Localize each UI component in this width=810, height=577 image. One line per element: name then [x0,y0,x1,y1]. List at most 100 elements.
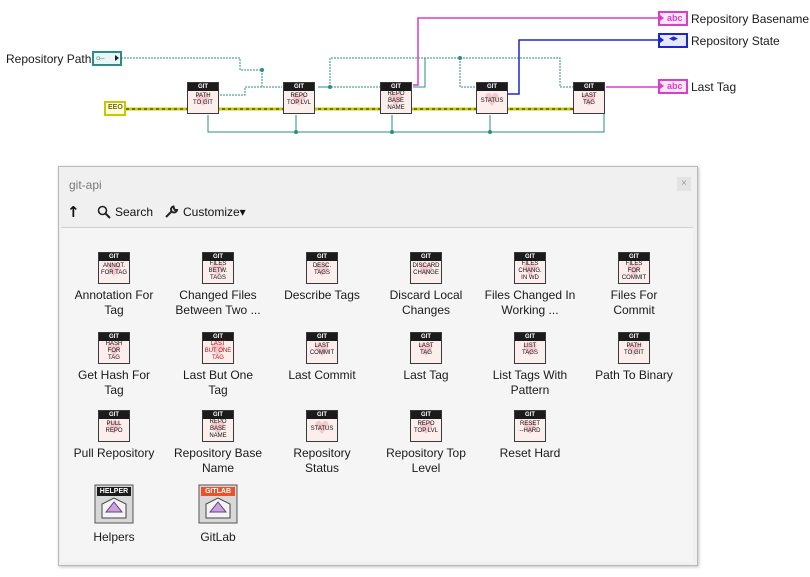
item-label: Helpers [93,530,135,544]
close-button[interactable]: × [677,177,691,191]
palette-item-repository-base-name[interactable]: GIT ♥ REPO BASE NAME Repository Base Name [166,410,270,476]
node-text: REPO TOP LVL [286,93,311,106]
search-icon [97,205,111,219]
item-label: Discard Local Changes [389,288,463,317]
icon-text: HASH FOR TAG [105,341,123,361]
last-tag-indicator[interactable]: abc [658,79,688,94]
terminal-arrow-icon [660,15,664,21]
folder-tag: GITLAB [204,488,232,495]
terminal-arrow-icon [660,37,664,43]
palette-item-last-tag[interactable]: GIT ♥ LAST TAG Last Tag [374,332,478,383]
palette-item-annotation-for-tag[interactable]: GIT ♥ ANNOT. FOR TAG Annotation For Tag [62,252,166,318]
repository-state-label: Repository State [691,34,780,48]
item-label: Changed Files Between Two ... [175,288,261,317]
node-path-to-git[interactable]: GIT ♥ PATH TO GIT [187,82,219,114]
error-cluster-icon: EEO [108,104,123,111]
folder-tag: HELPER [99,488,129,495]
icon-text: DESC. TAGS [312,263,332,276]
icon-text: FILES BETW. TAGS [208,261,228,281]
icon-text: FILES CHANG. IN WD [518,261,542,281]
icon-text: STATUS [310,426,334,432]
icon-text: PULL REPO [105,421,123,434]
palette-item-discard-local-changes[interactable]: GIT ♥ DISCARD CHANGE Discard Local Changes [374,252,478,318]
icon-text: LAST TAG [418,343,434,356]
icon-text: DISCARD CHANGE [412,263,440,276]
path-icon: ⟜ [96,51,105,64]
palette-item-repository-top-level[interactable]: GIT ♥ REPO TOP LVL Repository Top Level [374,410,478,476]
icon-text: LAST BUT ONE TAG [204,341,232,361]
palette-item-describe-tags[interactable]: GIT ♥ DESC. TAGS Describe Tags [270,252,374,303]
customize-button[interactable]: Customize▾ [164,203,246,221]
palette-item-list-tags-with-pattern[interactable]: GIT ♥ LIST TAGS List Tags With Pattern [478,332,582,398]
item-label: Repository Top Level [386,446,466,475]
icon-text: PATH TO GIT [624,343,644,356]
wrench-icon [165,205,179,218]
icon-text: LAST COMMIT [309,343,335,356]
palette-folder-gitlab[interactable]: GITLAB GitLab [166,484,270,545]
item-label: Path To Binary [595,368,673,382]
palette-item-files-for-commit[interactable]: GIT ♥ FILES FOR COMMIT Files For Commit [582,252,686,318]
up-button[interactable]: ↑ [67,203,80,221]
string-icon: abc [667,81,683,91]
palette-item-reset-hard[interactable]: GIT ♥ RESET --HARD Reset Hard [478,410,582,461]
git-api-palette: git-api × ↑ Search Customize▾ GIT ♥ ANNOT.… [58,166,698,566]
node-text: STATUS [480,98,504,104]
string-icon: abc [667,13,683,23]
error-cluster-constant[interactable]: EEO [104,101,126,116]
icon-text: ANNOT. FOR TAG [100,263,128,276]
gitlab-folder-icon: GITLAB [198,484,238,524]
icon-text: RESET --HARD [519,421,541,434]
icon-text: REPO BASE NAME [209,419,227,439]
node-status[interactable]: GIT ♥ STATUS [476,82,508,114]
item-label: Get Hash For Tag [77,368,151,397]
up-arrow-icon: ↑ [67,203,80,221]
repository-basename-label: Repository Basename [691,12,810,26]
palette-grid: GIT ♥ ANNOT. FOR TAG Annotation For Tag GI… [61,227,693,562]
node-text: LAST TAG [581,93,597,106]
palette-item-pull-repository[interactable]: GIT ♥ PULL REPO Pull Repository [62,410,166,461]
item-label: Last But One Tag [182,368,254,397]
repository-state-indicator[interactable]: ◂▸ [658,33,688,48]
item-label: Last Tag [403,368,449,382]
item-label: GitLab [200,530,236,544]
last-tag-label: Last Tag [691,80,737,94]
node-last-tag[interactable]: GIT ♥ LAST TAG [573,82,605,114]
node-repo-base-name[interactable]: GIT ♥ REPO BASE NAME [380,82,412,114]
repository-path-label: Repository Path [6,52,92,66]
palette-item-last-but-one-tag[interactable]: GIT ♥ LAST BUT ONE TAG Last But One Tag [166,332,270,398]
palette-item-path-to-binary[interactable]: GIT ♥ PATH TO GIT Path To Binary [582,332,686,383]
enum-icon: ◂▸ [669,34,679,44]
palette-item-repository-status[interactable]: GIT ♥ STATUS Repository Status [270,410,374,476]
palette-folder-helpers[interactable]: HELPER Helpers [62,484,166,545]
node-text: PATH TO GIT [193,93,213,106]
icon-text: FILES FOR COMMIT [621,261,647,281]
item-label: Files Changed In Working ... [484,288,576,317]
palette-item-files-changed-in-working[interactable]: GIT ♥ FILES CHANG. IN WD Files Changed In … [478,252,582,318]
palette-item-get-hash-for-tag[interactable]: GIT ♥ HASH FOR TAG Get Hash For Tag [62,332,166,398]
item-label: Repository Base Name [173,446,263,475]
item-label: Describe Tags [284,288,360,302]
repository-path-control[interactable]: ⟜ [92,51,122,66]
item-label: List Tags With Pattern [492,368,568,397]
item-label: Files For Commit [610,288,658,317]
search-button[interactable]: Search [97,203,153,221]
customize-label: Customize▾ [183,205,246,219]
palette-item-changed-files-between-two[interactable]: GIT ♥ FILES BETW. TAGS Changed Files Betwe… [166,252,270,318]
palette-title: git-api [69,178,102,192]
terminal-arrow-icon [115,55,119,61]
icon-text: LIST TAGS [522,343,538,356]
block-diagram-wires [121,17,660,134]
node-repo-top-level[interactable]: GIT ♥ REPO TOP LVL [283,82,315,114]
repository-basename-indicator[interactable]: abc [658,11,688,26]
terminal-arrow-icon [660,83,664,89]
palette-toolbar: ↑ Search Customize▾ [59,197,697,225]
node-text: REPO BASE NAME [387,91,405,111]
item-label: Annotation For Tag [74,288,154,317]
helpers-folder-icon: HELPER [94,484,134,524]
item-label: Reset Hard [499,446,561,460]
search-label: Search [115,205,154,219]
string-wire [413,17,660,88]
palette-item-last-commit[interactable]: GIT ♥ LAST COMMIT Last Commit [270,332,374,383]
item-label: Repository Status [293,446,351,475]
item-label: Pull Repository [73,446,155,460]
